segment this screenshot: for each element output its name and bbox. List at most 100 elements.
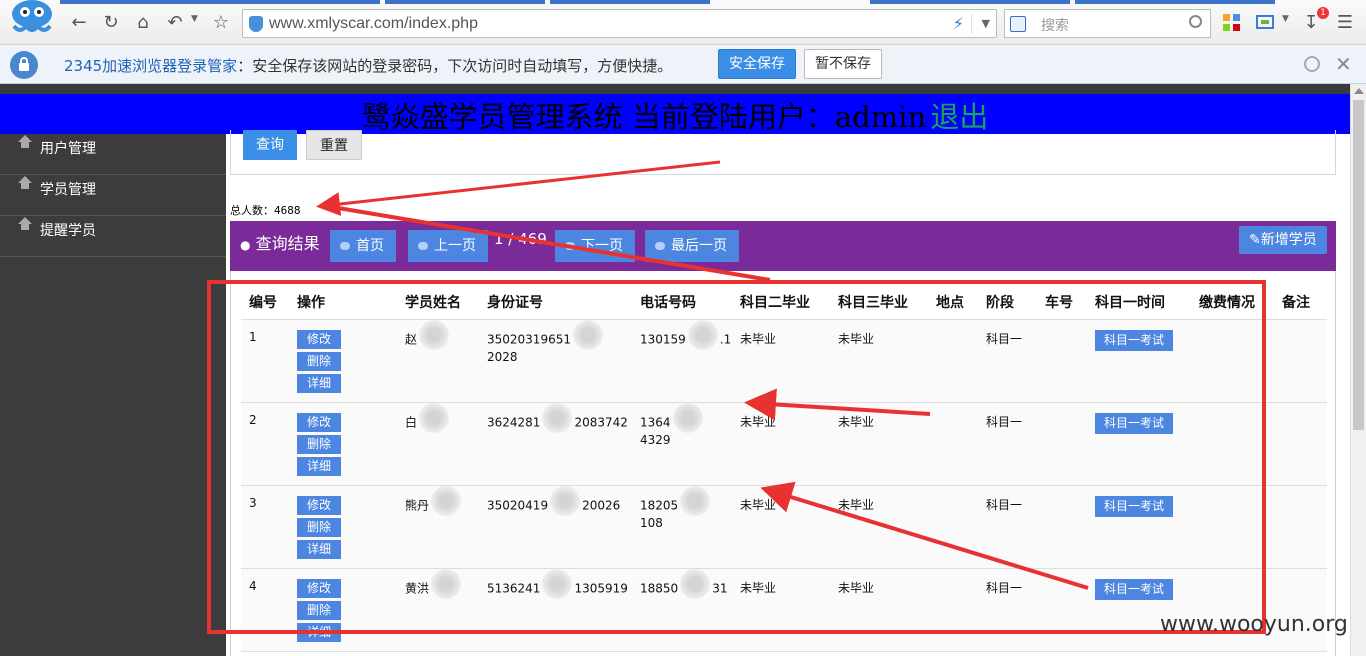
cell-actions: 修改 删除 详细 (289, 568, 397, 652)
delete-button[interactable]: 删除 (297, 351, 341, 371)
screenshot-dropdown-icon[interactable]: ▼ (1282, 14, 1289, 24)
redaction-blur (542, 568, 573, 599)
refresh-icon[interactable]: ↻ (100, 12, 122, 34)
password-save-bar: 2345加速浏览器登录管家：安全保存该网站的登录密码，下次访问时自动填写，方便快… (0, 45, 1366, 84)
url-text[interactable]: www.xmlyscar.com/index.php (269, 15, 478, 33)
search-icon[interactable] (1189, 15, 1202, 28)
cell-exam: 科目一考试 (1087, 319, 1191, 403)
page-scrollbar[interactable] (1350, 84, 1366, 656)
cell-exam: 科目一考试 (1087, 402, 1191, 486)
pencil-icon: ✎ (1249, 232, 1261, 248)
idcard-end: 20026 (582, 498, 621, 512)
sidebar-item-reminders[interactable]: 提醒学员 (0, 216, 226, 257)
redaction-blur (572, 319, 603, 350)
search-engine-icon[interactable] (1010, 16, 1026, 32)
search-placeholder: 搜索 (1041, 18, 1069, 34)
detail-button[interactable]: 详细 (297, 373, 341, 393)
scrollbar-thumb[interactable] (1353, 100, 1364, 430)
undo-dropdown-icon[interactable]: ▼ (191, 14, 198, 24)
menu-icon[interactable]: ☰ (1334, 12, 1356, 34)
cell-car (1037, 485, 1087, 569)
sidebar-item-label: 提醒学员 (40, 223, 96, 239)
cell-idcard: 5136241 1305919 (479, 568, 632, 652)
gear-icon[interactable] (1304, 56, 1320, 72)
delete-button[interactable]: 删除 (297, 517, 341, 537)
exam-button[interactable]: 科目一考试 (1095, 578, 1174, 600)
cell-k3: 未毕业 (830, 402, 928, 486)
cell-location (928, 319, 978, 403)
search-button[interactable]: 查询 (243, 130, 297, 160)
cell-name: 黄洪 (397, 568, 479, 652)
exam-button[interactable]: 科目一考试 (1095, 329, 1174, 351)
password-bar-message: 2345加速浏览器登录管家：安全保存该网站的登录密码，下次访问时自动填写，方便快… (64, 55, 672, 76)
cell-k3: 未毕业 (830, 319, 928, 403)
column-header: 学员姓名 (397, 285, 479, 320)
search-input[interactable]: 搜索 (1004, 9, 1211, 38)
browser-logo-icon[interactable] (6, 0, 58, 34)
cell-name: 白 (397, 402, 479, 486)
home-icon[interactable]: ⌂ (132, 12, 154, 34)
close-icon[interactable]: ✕ (1335, 52, 1352, 76)
next-page-button[interactable]: 下一页 (555, 230, 635, 262)
students-table: 编号 操作 学员姓名 身份证号 电话号码 科目二毕业 科目三毕业 地点 阶段 车… (241, 285, 1327, 652)
logout-link[interactable]: 退出 (930, 100, 988, 134)
redaction-blur (419, 402, 450, 433)
cell-car (1037, 402, 1087, 486)
detail-button[interactable]: 详细 (297, 539, 341, 559)
back-icon[interactable]: ← (68, 12, 90, 34)
cell-phone: 1364 4329 (632, 402, 732, 486)
sidebar-item-users[interactable]: 用户管理 (0, 134, 226, 175)
scroll-up-icon[interactable] (1354, 88, 1364, 94)
results-title-text: 查询结果 (255, 234, 320, 253)
cell-payment (1191, 319, 1274, 403)
lightning-icon[interactable]: ⚡ (953, 14, 964, 33)
password-bar-text: ：安全保存该网站的登录密码，下次访问时自动填写，方便快捷。 (237, 57, 673, 75)
exam-button[interactable]: 科目一考试 (1095, 412, 1174, 434)
edit-button[interactable]: 修改 (297, 329, 341, 349)
cell-phone: 130159 .1 (632, 319, 732, 403)
chevron-down-icon[interactable]: ▼ (982, 17, 990, 30)
tab-strip (385, 0, 545, 4)
sidebar-item-students[interactable]: 学员管理 (0, 175, 226, 216)
password-manager-link[interactable]: 2345加速浏览器登录管家 (64, 57, 237, 75)
address-bar[interactable]: www.xmlyscar.com/index.php ⚡ ▼ (242, 9, 997, 38)
chat-icon (418, 242, 428, 250)
star-icon[interactable]: ☆ (210, 12, 232, 34)
cell-note (1274, 319, 1327, 403)
screenshot-icon[interactable] (1256, 13, 1276, 33)
add-student-button[interactable]: ✎新增学员 (1239, 226, 1327, 254)
undo-icon[interactable]: ↶ (164, 12, 186, 34)
divider (971, 14, 972, 34)
reset-button[interactable]: 重置 (306, 130, 362, 160)
detail-button[interactable]: 详细 (297, 456, 341, 476)
edit-button[interactable]: 修改 (297, 495, 341, 515)
first-page-button[interactable]: 首页 (330, 230, 396, 262)
download-badge: 1 (1317, 7, 1329, 19)
save-password-button[interactable]: 安全保存 (718, 49, 796, 79)
phone-end: 4329 (640, 432, 671, 447)
exam-button[interactable]: 科目一考试 (1095, 495, 1174, 517)
delete-button[interactable]: 删除 (297, 600, 341, 620)
cell-stage: 科目一 (978, 485, 1037, 569)
cell-k2: 未毕业 (732, 485, 830, 569)
idcard-start: 3624281 (487, 415, 541, 429)
redaction-blur (542, 402, 573, 433)
apps-icon[interactable] (1222, 13, 1242, 33)
idcard-start: 35020419 (487, 498, 549, 512)
redaction-blur (672, 402, 703, 433)
delete-button[interactable]: 删除 (297, 434, 341, 454)
last-page-button[interactable]: 最后一页 (645, 230, 739, 262)
column-header: 科目二毕业 (732, 285, 830, 320)
phone-end: 31 (712, 581, 728, 595)
idcard-start: 5136241 (487, 581, 541, 595)
cell-idcard: 35020419 20026 (479, 485, 632, 569)
detail-button[interactable]: 详细 (297, 622, 341, 642)
dont-save-button[interactable]: 暂不保存 (804, 49, 882, 79)
edit-button[interactable]: 修改 (297, 578, 341, 598)
edit-button[interactable]: 修改 (297, 412, 341, 432)
sidebar-item-label: 用户管理 (40, 141, 96, 157)
cell-k2: 未毕业 (732, 402, 830, 486)
page-info: 1 / 469 (494, 230, 547, 248)
prev-page-button[interactable]: 上一页 (408, 230, 488, 262)
cell-actions: 修改 删除 详细 (289, 319, 397, 403)
